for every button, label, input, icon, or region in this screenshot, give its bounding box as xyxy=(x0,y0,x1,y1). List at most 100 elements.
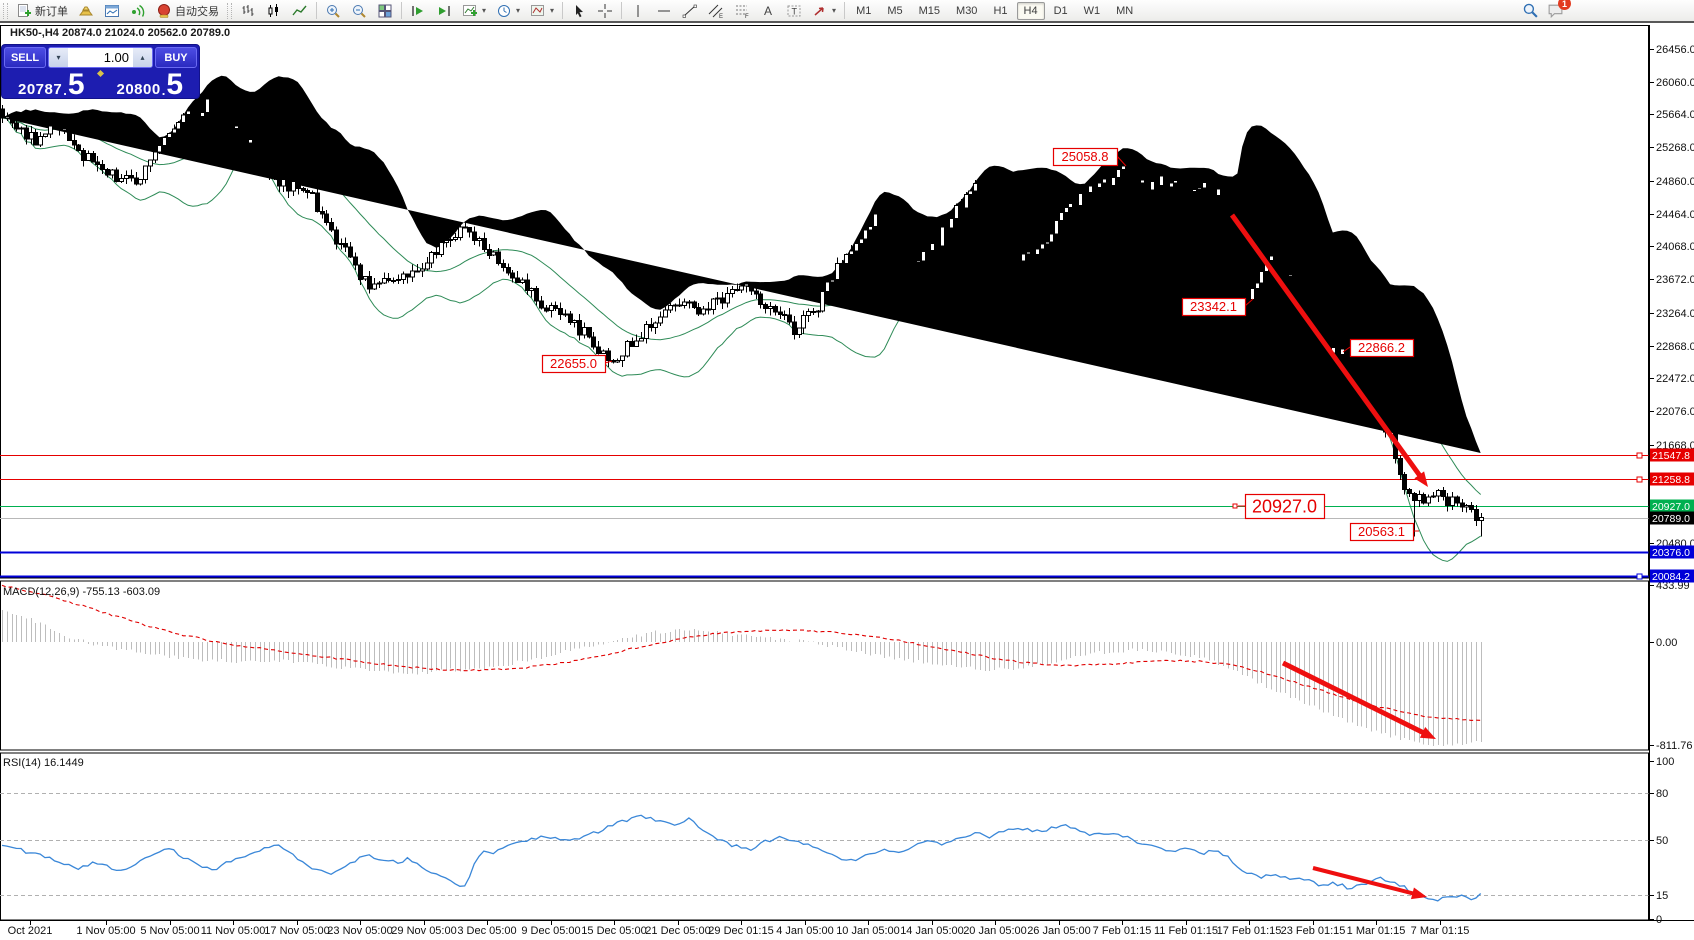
price-axis-label: 23264.0 xyxy=(1656,308,1694,320)
rsi-axis-label: 100 xyxy=(1656,756,1674,768)
time-axis-label: 3 Dec 05:00 xyxy=(457,925,516,937)
mt4-window: { "header": {"symbol_info": "HK50-,H4 20… xyxy=(0,0,1694,940)
price-axis-label: 22076.0 xyxy=(1656,406,1694,418)
text-label-icon: T xyxy=(786,3,802,19)
text-label-tool-button[interactable]: T xyxy=(781,0,807,22)
periods-button[interactable]: ▾ xyxy=(491,0,525,22)
search-icon[interactable] xyxy=(1522,2,1539,19)
toolbar-grip xyxy=(3,3,8,19)
price-axis-label: 23672.0 xyxy=(1656,274,1694,286)
chart-shift-button[interactable] xyxy=(431,0,457,22)
periods-icon xyxy=(496,3,512,19)
symbol-ohlc-info: HK50-,H4 20874.0 21024.0 20562.0 20789.0 xyxy=(10,27,230,39)
chart-area[interactable]: 25058.823342.122866.222655.020927.020563… xyxy=(0,0,1694,940)
volume-decrease-button[interactable]: ▾ xyxy=(49,48,68,67)
timeframe-M1[interactable]: M1 xyxy=(849,2,878,20)
timeframe-W1[interactable]: W1 xyxy=(1077,2,1108,20)
volume-increase-button[interactable]: ▴ xyxy=(133,48,152,67)
annotation-text: 22655.0 xyxy=(550,356,597,371)
timeframe-M5[interactable]: M5 xyxy=(880,2,909,20)
crosshair-tool-button[interactable] xyxy=(592,0,618,22)
buy-price[interactable]: 20800.5 xyxy=(103,69,198,98)
line-handle[interactable] xyxy=(1637,574,1642,579)
notifications-button[interactable]: 1 xyxy=(1547,2,1564,19)
buy-button[interactable]: BUY xyxy=(155,47,197,68)
candlestick-chart-button[interactable] xyxy=(261,0,287,22)
horizontal-line-icon xyxy=(656,3,672,19)
trendline-icon xyxy=(682,3,698,19)
time-axis-label: 4 Jan 05:00 xyxy=(776,925,834,937)
toolbar-separator xyxy=(401,2,402,19)
timeframe-H1[interactable]: H1 xyxy=(986,2,1014,20)
arrows-tool-button[interactable]: ▾ xyxy=(807,0,841,22)
chevron-down-icon[interactable]: ▾ xyxy=(550,6,554,15)
svg-text:E: E xyxy=(719,14,723,19)
price-axis-label: 25664.0 xyxy=(1656,109,1694,121)
cursor-icon xyxy=(571,3,587,19)
fibonacci-tool-button[interactable]: F xyxy=(729,0,755,22)
line-handle[interactable] xyxy=(1637,477,1642,482)
zoom-in-button[interactable] xyxy=(320,0,346,22)
signal-button[interactable] xyxy=(125,0,151,22)
time-axis-label: 11 Nov 05:00 xyxy=(201,925,266,937)
price-axis-label: 24464.0 xyxy=(1656,209,1694,221)
chevron-down-icon[interactable]: ▾ xyxy=(482,6,486,15)
trendline-tool-button[interactable] xyxy=(677,0,703,22)
timeframe-D1[interactable]: D1 xyxy=(1047,2,1075,20)
macd-label: MACD(12,26,9) -755.13 -603.09 xyxy=(3,586,160,598)
price-axis-label: 25268.0 xyxy=(1656,142,1694,154)
timeframe-group: M1M5M15M30H1H4D1W1MN xyxy=(848,2,1141,20)
rsi-pane xyxy=(1,753,1649,920)
time-axis-label: 15 Dec 05:00 xyxy=(581,925,646,937)
horizontal-line-tool-button[interactable] xyxy=(651,0,677,22)
bar-chart-button[interactable] xyxy=(235,0,261,22)
vertical-line-tool-button[interactable] xyxy=(625,0,651,22)
price-axis-label: 26060.0 xyxy=(1656,77,1694,89)
price-axis-label: 24068.0 xyxy=(1656,241,1694,253)
time-axis-label: 7 Mar 01:15 xyxy=(1411,925,1470,937)
line-handle[interactable] xyxy=(1637,453,1642,458)
price-axis-label: 26456.0 xyxy=(1656,44,1694,56)
text-tool-button[interactable]: A xyxy=(755,0,781,22)
svg-text:A: A xyxy=(764,4,772,18)
svg-text:T: T xyxy=(792,6,798,16)
annotation-text: 22866.2 xyxy=(1358,340,1405,355)
gold-button[interactable] xyxy=(73,0,99,22)
auto-scroll-button[interactable] xyxy=(405,0,431,22)
indicators-button[interactable]: ▾ xyxy=(457,0,491,22)
timeframe-H4[interactable]: H4 xyxy=(1017,2,1045,20)
annotation-handle[interactable] xyxy=(1233,504,1237,508)
tile-windows-button[interactable] xyxy=(372,0,398,22)
timeframe-M15[interactable]: M15 xyxy=(912,2,947,20)
arrows-icon xyxy=(812,3,828,19)
cursor-tool-button[interactable] xyxy=(566,0,592,22)
signal-icon xyxy=(130,3,146,19)
sell-price[interactable]: 20787.5 xyxy=(4,69,99,98)
sell-button[interactable]: SELL xyxy=(4,47,46,68)
macd-axis-label: 0.00 xyxy=(1656,637,1677,649)
text-icon: A xyxy=(760,3,776,19)
chevron-down-icon[interactable]: ▾ xyxy=(516,6,520,15)
time-axis-label: 20 Jan 05:00 xyxy=(963,925,1027,937)
auto-trading-button[interactable]: 自动交易 xyxy=(151,0,224,22)
chevron-down-icon[interactable]: ▾ xyxy=(832,6,836,15)
timeframe-MN[interactable]: MN xyxy=(1109,2,1140,20)
timeframe-M30[interactable]: M30 xyxy=(949,2,984,20)
notification-badge: 1 xyxy=(1558,0,1571,10)
templates-button[interactable]: ▾ xyxy=(525,0,559,22)
line-chart-button[interactable] xyxy=(287,0,313,22)
rsi-axis-label: 80 xyxy=(1656,788,1668,800)
volume-input[interactable] xyxy=(68,48,133,67)
time-axis-label: 21 Dec 05:00 xyxy=(645,925,710,937)
market-watch-button[interactable] xyxy=(99,0,125,22)
price-badge-label: 20376.0 xyxy=(1652,547,1690,559)
toolbar-separator xyxy=(844,2,845,19)
time-axis-label: 9 Dec 05:00 xyxy=(521,925,580,937)
channel-tool-button[interactable]: E xyxy=(703,0,729,22)
new-order-button[interactable]: 新订单 xyxy=(11,0,73,22)
gold-icon xyxy=(78,3,94,19)
zoom-out-button[interactable] xyxy=(346,0,372,22)
annotation-text: 23342.1 xyxy=(1190,299,1237,314)
zoom-in-icon xyxy=(325,3,341,19)
price-badge-label: 20084.2 xyxy=(1652,571,1690,583)
